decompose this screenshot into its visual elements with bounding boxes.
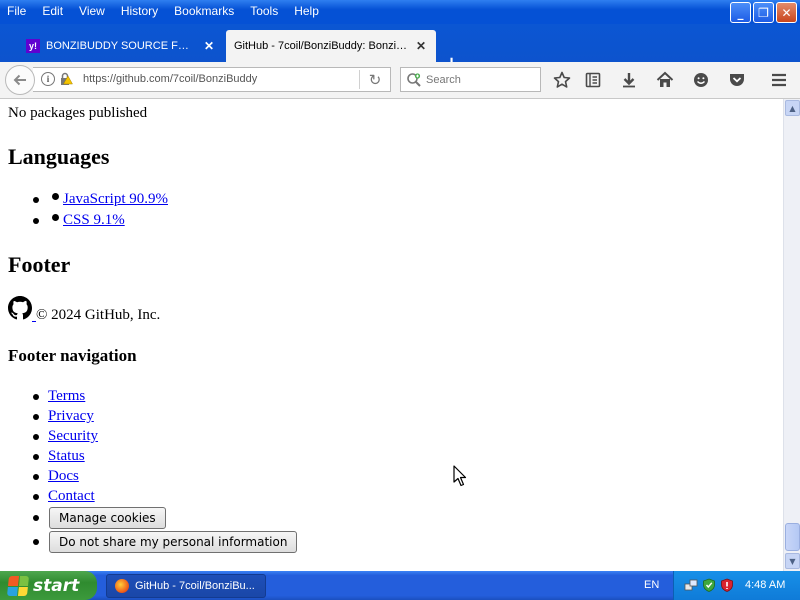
menu-bookmarks[interactable]: Bookmarks [166, 3, 242, 21]
scroll-up-arrow-icon[interactable]: ▲ [785, 100, 800, 116]
footer-heading: Footer [8, 252, 71, 277]
url-text[interactable]: https://github.com/7coil/BonziBuddy [83, 73, 257, 85]
yahoo-icon: y! [26, 39, 40, 53]
search-placeholder: Search [426, 74, 461, 86]
navigation-toolbar: i https://github.com/7coil/BonziBuddy ↻ … [0, 62, 800, 99]
insecure-lock-icon[interactable] [59, 72, 73, 86]
url-bar[interactable]: i https://github.com/7coil/BonziBuddy ↻ [33, 67, 391, 92]
tab-github-bonzibuddy[interactable]: GitHub - 7coil/BonziBuddy: BonziB... ✕ [226, 30, 436, 62]
github-logo-icon[interactable] [8, 296, 32, 320]
pocket-icon[interactable] [727, 70, 747, 90]
menu-tools[interactable]: Tools [242, 3, 286, 21]
footer-link-privacy[interactable]: Privacy [48, 408, 94, 425]
tab-close-icon[interactable]: ✕ [414, 39, 428, 53]
window-controls: _ ❐ ✕ [730, 2, 797, 23]
menu-items: File Edit View History Bookmarks Tools H… [0, 3, 327, 21]
menu-view[interactable]: View [71, 3, 113, 21]
system-clock: 4:48 AM [745, 579, 786, 591]
menu-file[interactable]: File [0, 3, 34, 21]
list-bullet [33, 474, 39, 480]
windows-logo-icon [6, 575, 30, 596]
languages-heading: Languages [8, 144, 110, 169]
taskbar: start GitHub - 7coil/BonziBu... EN 4:48 … [0, 571, 800, 600]
taskbar-firefox-window[interactable]: GitHub - 7coil/BonziBu... [106, 574, 266, 598]
start-label: start [33, 575, 80, 596]
tab-strip: y! BONZIBUDDY SOURCE FORG... ✕ GitHub - … [0, 24, 800, 74]
minimize-button[interactable]: _ [730, 2, 751, 23]
back-button[interactable] [5, 65, 35, 95]
network-icon[interactable] [684, 578, 698, 592]
list-bullet [33, 494, 39, 500]
reading-list-icon[interactable] [583, 70, 603, 90]
manage-cookies-button[interactable]: Manage cookies [49, 507, 166, 529]
language-link-css[interactable]: CSS 9.1% [63, 212, 125, 229]
do-not-share-button[interactable]: Do not share my personal information [49, 531, 298, 553]
download-icon[interactable] [619, 70, 639, 90]
list-bullet [33, 394, 39, 400]
tab-title: GitHub - 7coil/BonziBuddy: BonziB... [234, 40, 408, 52]
page-content: No packages published Languages JavaScri… [0, 99, 783, 571]
footer-link-docs[interactable]: Docs [48, 468, 79, 485]
hello-smiley-icon[interactable] [691, 70, 711, 90]
tab-bonzibuddy-source[interactable]: y! BONZIBUDDY SOURCE FORG... ✕ [18, 30, 224, 62]
language-indicator[interactable]: EN [644, 579, 659, 591]
hamburger-menu-icon[interactable] [769, 70, 789, 90]
menu-history[interactable]: History [113, 3, 166, 21]
scroll-down-arrow-icon[interactable]: ▼ [785, 553, 800, 569]
taskbar-window-title: GitHub - 7coil/BonziBu... [135, 580, 255, 592]
mouse-pointer-icon [453, 465, 467, 487]
menu-bar: File Edit View History Bookmarks Tools H… [0, 0, 800, 24]
home-icon[interactable] [655, 70, 675, 90]
language-color-dot [52, 193, 59, 200]
search-bar[interactable]: Search [400, 67, 541, 92]
tab-close-icon[interactable]: ✕ [202, 39, 216, 53]
list-bullet [33, 197, 39, 203]
system-tray: 4:48 AM [673, 571, 800, 600]
menu-help[interactable]: Help [286, 3, 327, 21]
language-link-javascript[interactable]: JavaScript 90.9% [63, 191, 168, 208]
firefox-icon [115, 579, 129, 593]
scrollbar-thumb[interactable] [785, 523, 800, 551]
back-arrow-icon [13, 74, 26, 86]
maximize-button[interactable]: ❐ [753, 2, 774, 23]
list-bullet [33, 434, 39, 440]
language-color-dot [52, 214, 59, 221]
list-bullet [33, 414, 39, 420]
no-packages-text: No packages published [8, 105, 148, 121]
info-icon[interactable]: i [41, 72, 55, 86]
url-divider [359, 70, 360, 89]
search-icon [407, 73, 421, 87]
close-window-button[interactable]: ✕ [776, 2, 797, 23]
footer-link-status[interactable]: Status [48, 448, 85, 465]
menu-edit[interactable]: Edit [34, 3, 71, 21]
identity-box[interactable]: i [41, 72, 73, 86]
start-button[interactable]: start [0, 571, 97, 600]
bookmark-star-icon[interactable] [552, 70, 572, 90]
list-bullet [33, 515, 39, 521]
footer-link-terms[interactable]: Terms [48, 388, 85, 405]
alert-shield-icon[interactable] [720, 578, 734, 592]
reload-icon[interactable]: ↻ [366, 71, 384, 89]
list-bullet [33, 218, 39, 224]
footer-navigation-heading: Footer navigation [8, 346, 137, 365]
footer-link-contact[interactable]: Contact [48, 488, 95, 505]
tab-title: BONZIBUDDY SOURCE FORG... [46, 40, 196, 52]
vertical-scrollbar[interactable]: ▲ ▼ [783, 99, 800, 571]
footer-link-security[interactable]: Security [48, 428, 98, 445]
security-shield-icon[interactable] [702, 578, 716, 592]
list-bullet [33, 539, 39, 545]
list-bullet [33, 454, 39, 460]
copyright-text: © 2024 GitHub, Inc. [36, 307, 161, 323]
